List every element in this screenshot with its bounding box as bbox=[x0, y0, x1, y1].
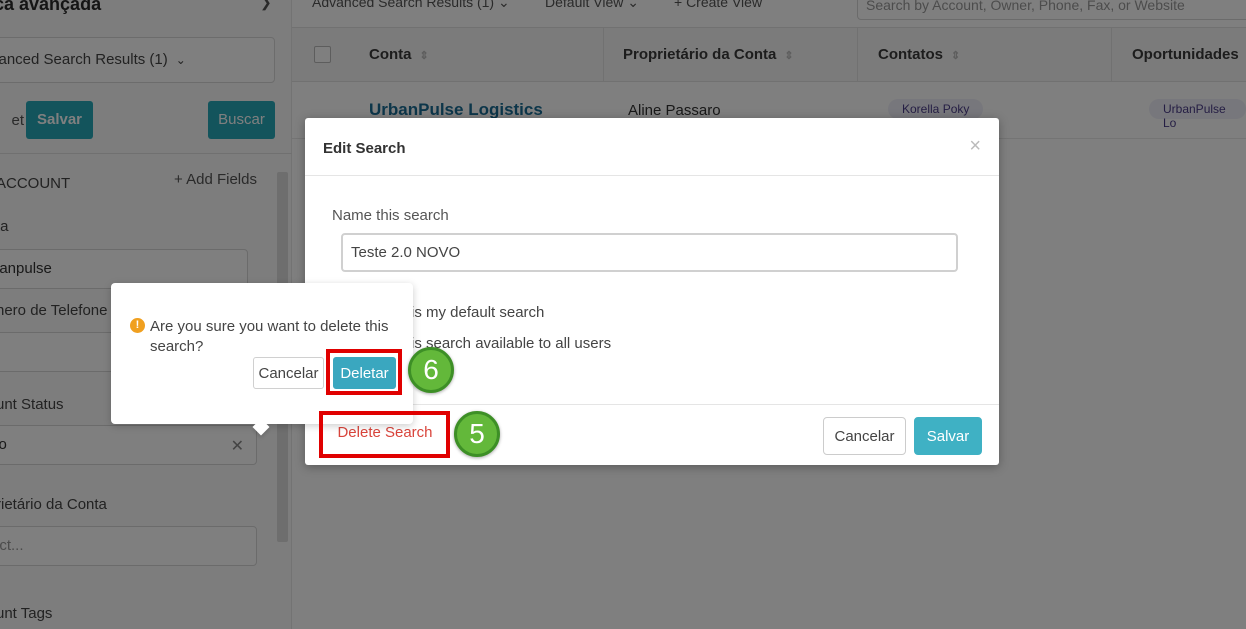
name-search-label: Name this search bbox=[332, 207, 449, 224]
cancel-button[interactable]: Cancelar bbox=[823, 417, 906, 455]
close-icon[interactable]: × bbox=[969, 135, 981, 158]
confirm-cancel-button[interactable]: Cancelar bbox=[253, 357, 324, 389]
search-name-input[interactable] bbox=[341, 233, 958, 272]
confirm-delete-button[interactable]: Deletar bbox=[333, 357, 396, 389]
modal-header: Edit Search × bbox=[305, 118, 999, 176]
default-search-option-label: is my default search bbox=[411, 304, 545, 321]
delete-confirm-popover: ! Are you sure you want to delete this s… bbox=[111, 283, 413, 436]
step-marker-6: 6 bbox=[408, 347, 454, 393]
step-marker-5: 5 bbox=[454, 411, 500, 457]
modal-title: Edit Search bbox=[323, 140, 406, 157]
warning-icon: ! bbox=[130, 318, 145, 333]
confirm-message: Are you sure you want to delete this sea… bbox=[150, 318, 389, 355]
save-button[interactable]: Salvar bbox=[914, 417, 982, 455]
